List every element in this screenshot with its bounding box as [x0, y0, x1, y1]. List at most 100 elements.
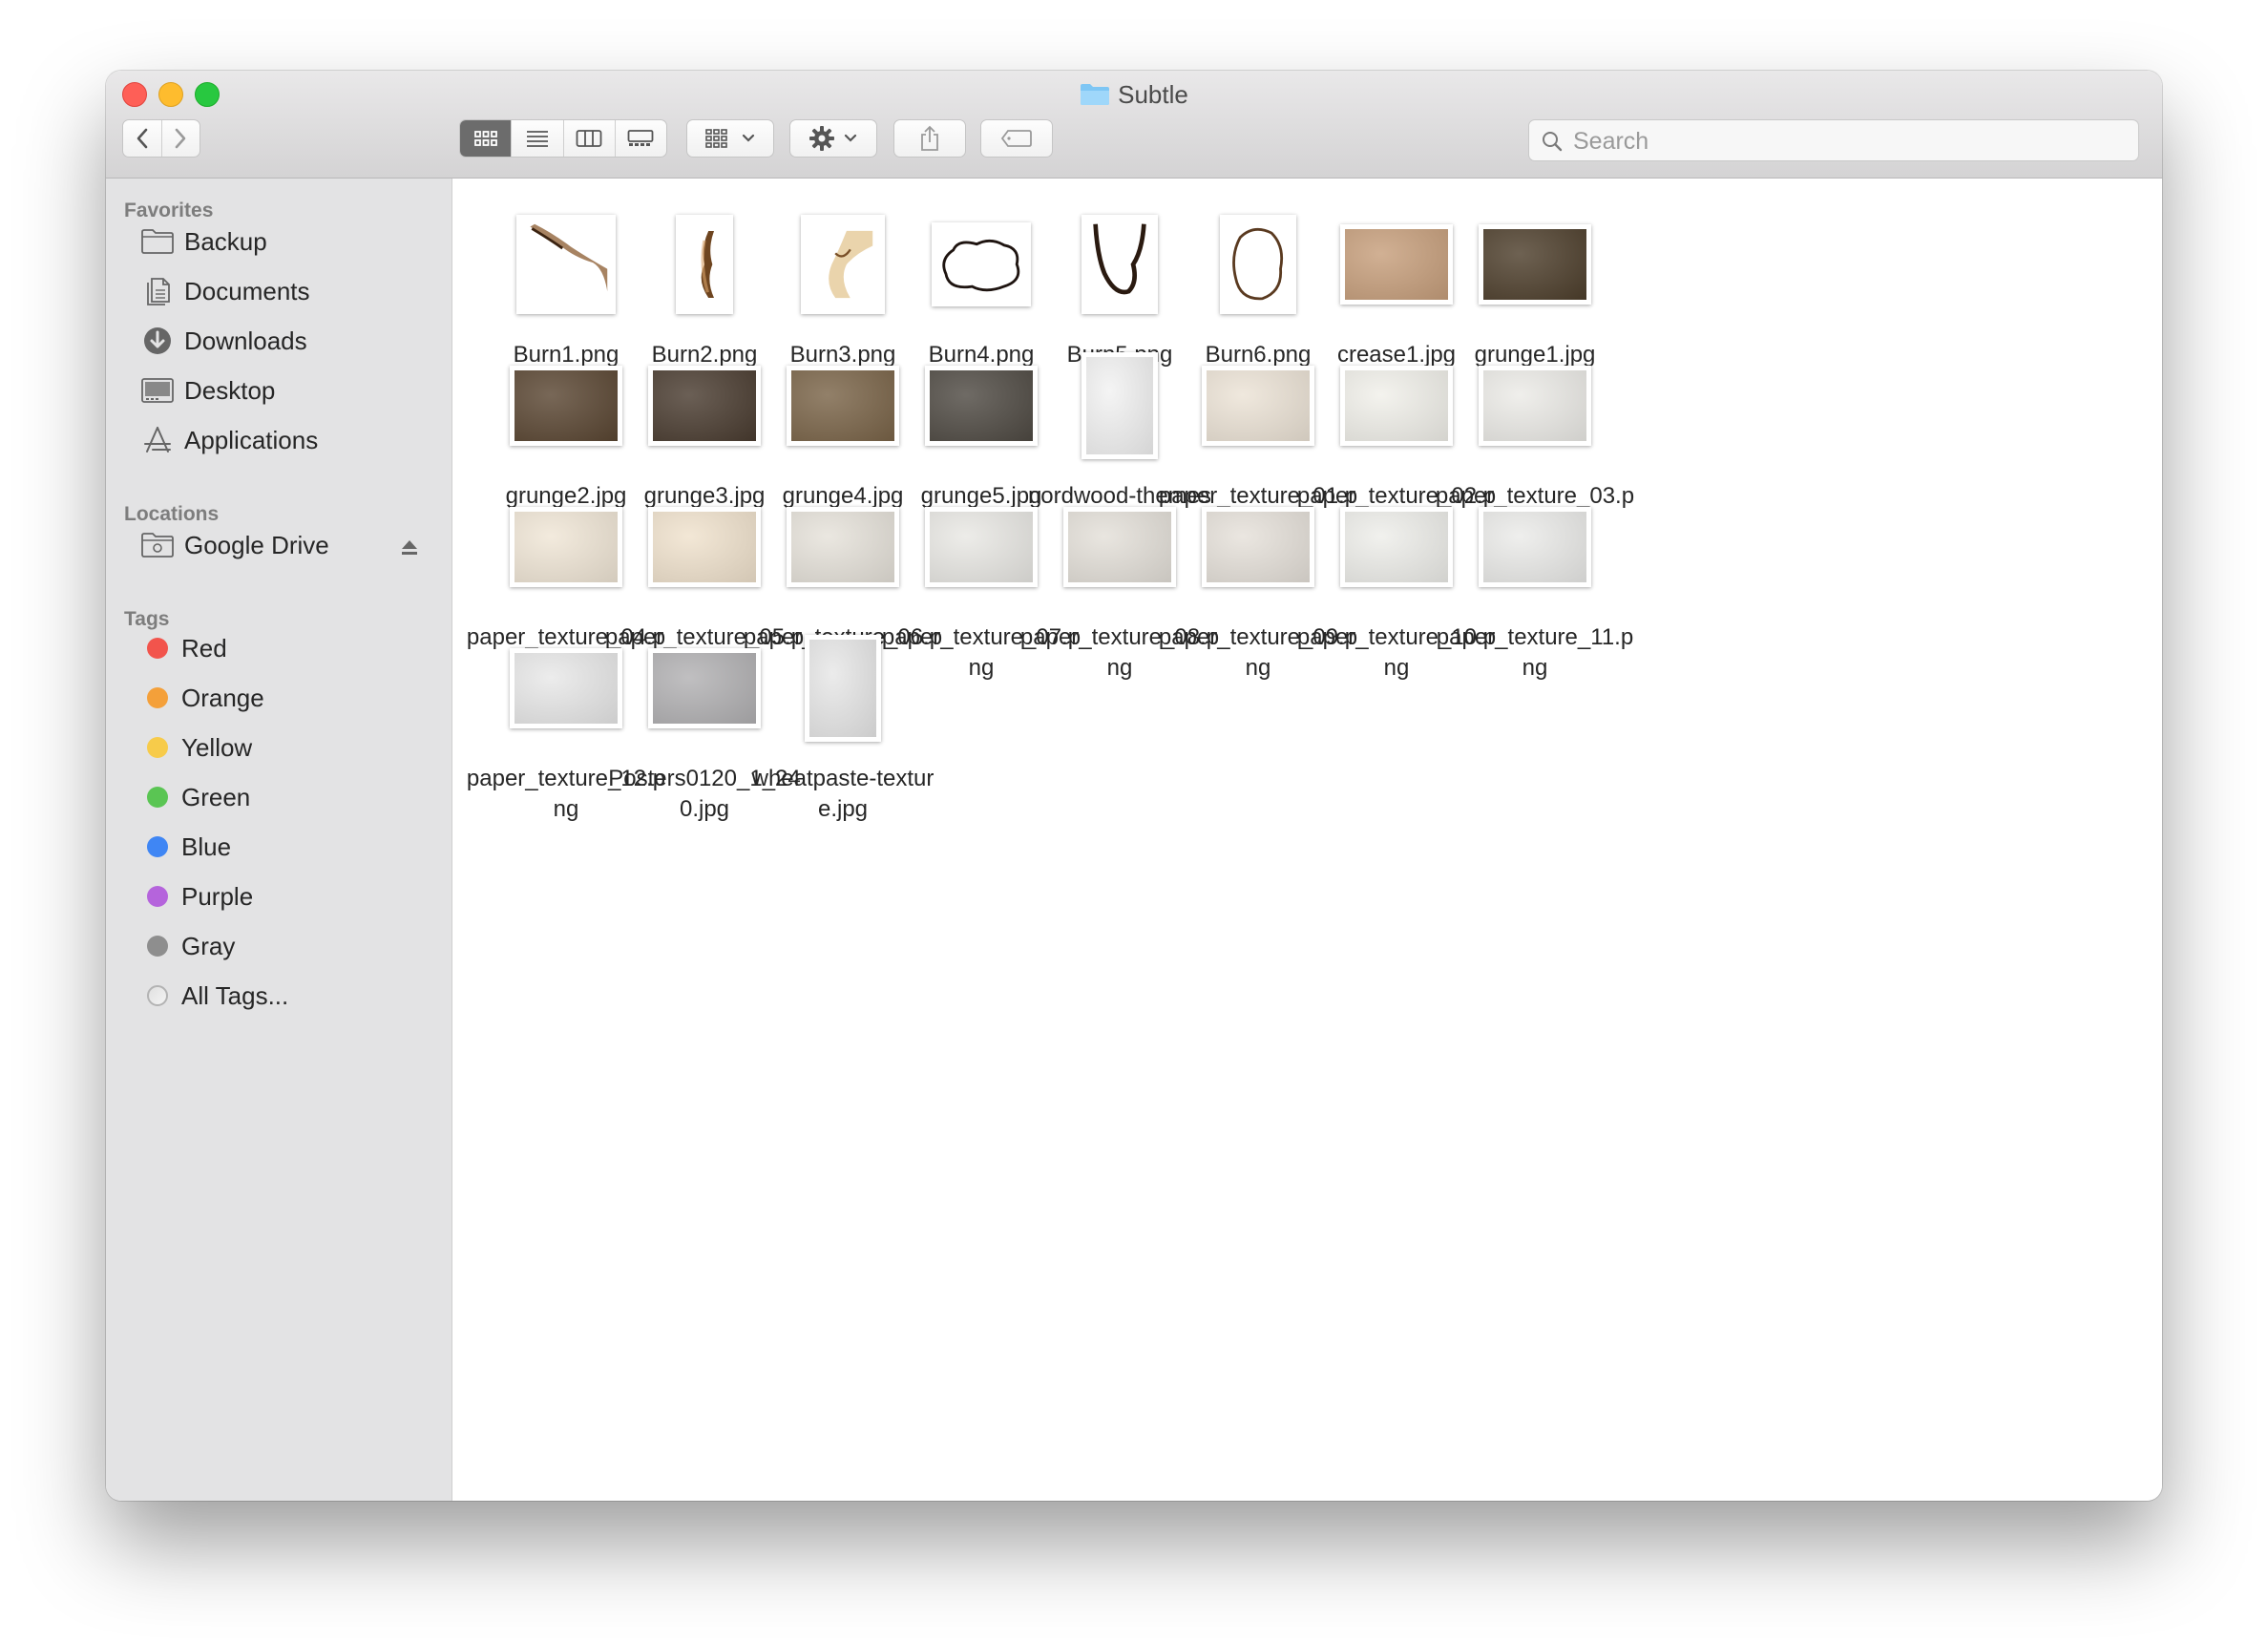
icon-view-button[interactable] — [460, 120, 513, 157]
sidebar-item-label: Backup — [184, 226, 267, 256]
thumbnail-image — [791, 511, 894, 582]
file-thumbnail — [676, 214, 733, 314]
sidebar-tag-orange[interactable]: Orange — [140, 679, 432, 717]
tag-icon — [1000, 130, 1032, 147]
documents-icon — [140, 276, 175, 306]
sidebar-item-backup[interactable]: Backup — [140, 222, 432, 261]
thumbnail-image — [1207, 369, 1310, 441]
tags-header: Tags — [124, 608, 170, 630]
file-thumbnail-area — [1435, 482, 1635, 611]
sidebar-tag-label: All Tags... — [181, 980, 289, 1010]
chevron-down-icon — [844, 134, 857, 142]
file-item[interactable]: paper_texture_11.png — [1435, 482, 1635, 684]
sidebar-tag-all-tags[interactable]: All Tags... — [140, 977, 432, 1015]
sidebar-tag-green[interactable]: Green — [140, 778, 432, 816]
file-thumbnail — [1479, 506, 1591, 587]
file-thumbnail — [932, 221, 1031, 306]
desktop-icon — [140, 375, 175, 406]
thumbnail-image — [1345, 228, 1448, 300]
toolbar: Subtle — [106, 71, 2162, 179]
tag-color-icon — [147, 836, 168, 857]
folder-icon — [140, 226, 175, 257]
sidebar-tag-label: Blue — [181, 832, 232, 861]
sidebar-tag-gray[interactable]: Gray — [140, 927, 432, 965]
sidebar-item-downloads[interactable]: Downloads — [140, 322, 432, 360]
file-thumbnail — [1479, 365, 1591, 446]
thumbnail-image — [1086, 356, 1153, 454]
thumbnail-image — [930, 511, 1033, 582]
tag-color-icon — [147, 787, 168, 808]
gallery-view-icon — [627, 130, 654, 146]
sidebar-item-label: Downloads — [184, 326, 307, 355]
sidebar-tag-red[interactable]: Red — [140, 629, 432, 667]
thumbnail-image — [653, 652, 756, 724]
eject-icon[interactable] — [400, 534, 419, 563]
tag-color-icon — [147, 638, 168, 659]
search-input[interactable] — [1571, 120, 2129, 162]
thumbnail-image — [1207, 511, 1310, 582]
tag-color-icon — [147, 985, 168, 1006]
gear-icon — [809, 126, 834, 151]
action-button[interactable] — [789, 119, 877, 158]
tag-color-icon — [147, 687, 168, 708]
file-thumbnail-area — [1435, 200, 1635, 328]
file-thumbnail — [1082, 214, 1158, 314]
sidebar-item-desktop[interactable]: Desktop — [140, 371, 432, 410]
thumbnail-image — [1345, 369, 1448, 441]
sidebar-tag-label: Green — [181, 782, 251, 811]
thumbnail-image — [1345, 511, 1448, 582]
file-thumbnail — [1082, 351, 1158, 459]
sidebar-item-documents[interactable]: Documents — [140, 272, 432, 310]
share-icon — [921, 125, 938, 151]
drive-folder-icon — [140, 530, 175, 560]
search-icon — [1541, 130, 1564, 158]
sidebar-tag-label: Red — [181, 633, 227, 663]
sidebar-tag-label: Purple — [181, 881, 254, 911]
thumbnail-image — [514, 369, 618, 441]
thumbnail-image — [1483, 369, 1586, 441]
sidebar-tag-purple[interactable]: Purple — [140, 877, 432, 916]
file-thumbnail — [516, 214, 616, 314]
search-field[interactable] — [1528, 119, 2139, 162]
file-thumbnail — [805, 634, 881, 742]
forward-button[interactable] — [162, 120, 200, 157]
thumbnail-image — [514, 652, 618, 724]
group-by-icon — [705, 129, 727, 148]
group-by-button[interactable] — [686, 119, 774, 158]
list-view-icon — [526, 131, 548, 147]
edit-tags-button[interactable] — [980, 119, 1053, 158]
sidebar: Favorites Backup Documents Downloads Des… — [106, 179, 452, 1501]
sidebar-item-google-drive[interactable]: Google Drive — [140, 526, 432, 564]
file-name: paper_texture_11.png — [1436, 624, 1634, 681]
tag-color-icon — [147, 886, 168, 907]
sidebar-tag-yellow[interactable]: Yellow — [140, 728, 432, 767]
sidebar-item-label: Applications — [184, 425, 319, 454]
sidebar-item-applications[interactable]: Applications — [140, 421, 432, 459]
sidebar-item-label: Desktop — [184, 375, 276, 405]
thumbnail-image — [1483, 511, 1586, 582]
file-thumbnail — [801, 214, 885, 314]
column-view-button[interactable] — [564, 120, 616, 157]
chevron-down-icon — [742, 134, 755, 142]
thumbnail-image — [1068, 511, 1171, 582]
sidebar-item-label: Documents — [184, 276, 310, 305]
window-title-text: Subtle — [1118, 80, 1188, 109]
share-button[interactable] — [893, 119, 966, 158]
file-item[interactable]: wheatpaste-texture.jpg — [743, 623, 943, 825]
file-name: wheatpaste-texture.jpg — [751, 766, 934, 822]
file-thumbnail — [1479, 223, 1591, 305]
sidebar-tag-blue[interactable]: Blue — [140, 828, 432, 866]
thumbnail-image — [653, 369, 756, 441]
chevron-right-icon — [175, 128, 186, 149]
sidebar-item-label: Google Drive — [184, 530, 329, 559]
thumbnail-image — [930, 369, 1033, 441]
list-view-button[interactable] — [512, 120, 564, 157]
tag-color-icon — [147, 737, 168, 758]
thumbnail-image — [514, 511, 618, 582]
applications-icon — [140, 425, 175, 455]
icon-view-icon — [473, 131, 497, 146]
locations-header: Locations — [124, 503, 220, 525]
column-view-icon — [576, 130, 602, 147]
back-button[interactable] — [123, 120, 162, 157]
gallery-view-button[interactable] — [616, 120, 666, 157]
